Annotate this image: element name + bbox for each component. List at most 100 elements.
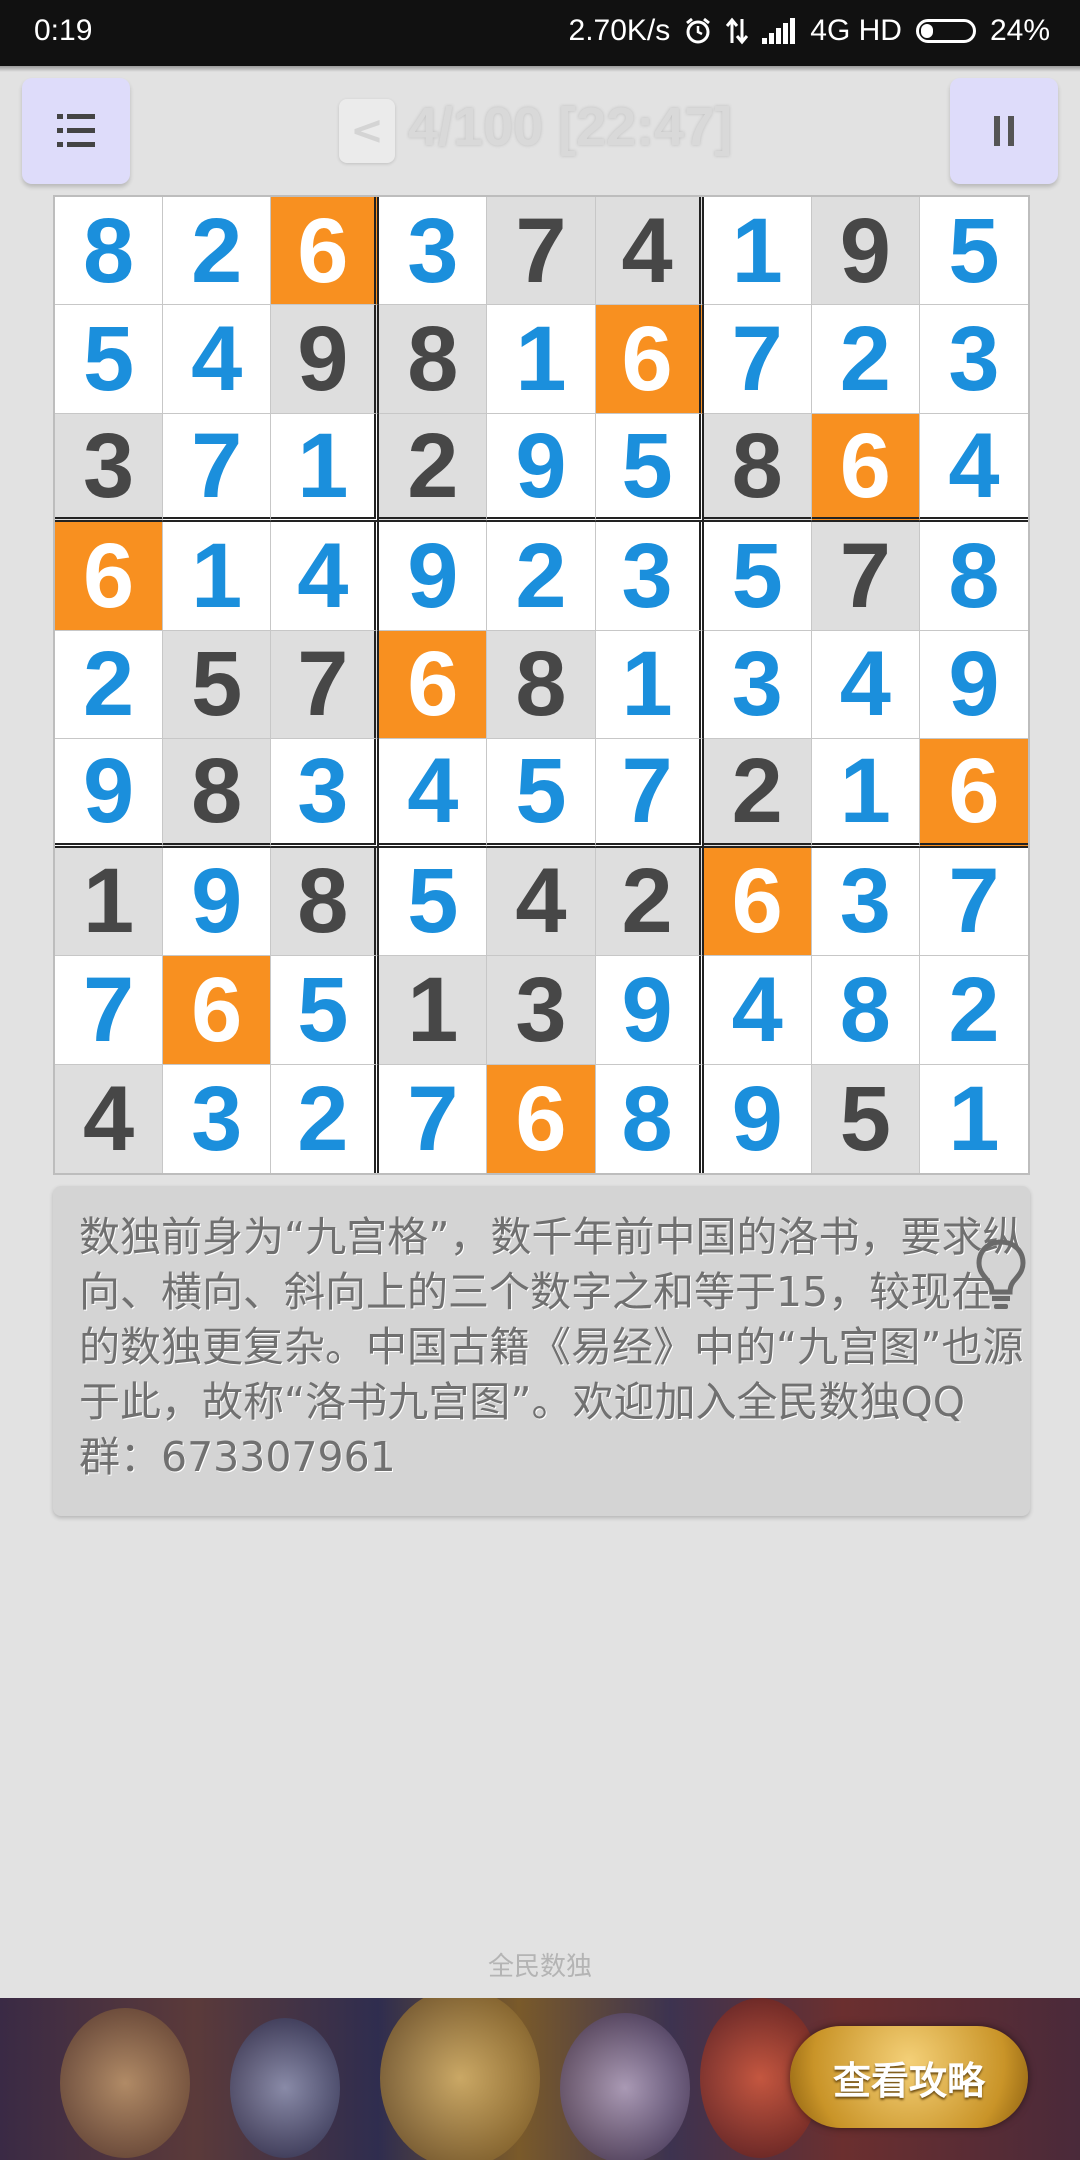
cell-r3-c4[interactable]: 2	[379, 413, 488, 523]
cell-r9-c3[interactable]: 2	[271, 1064, 380, 1173]
cell-r7-c1[interactable]: 1	[55, 847, 164, 957]
cell-r7-c5[interactable]: 4	[487, 847, 596, 957]
cell-r1-c3[interactable]: 6	[271, 197, 380, 306]
cell-r6-c9[interactable]: 6	[919, 739, 1028, 848]
battery-icon	[915, 19, 976, 43]
cell-r7-c2[interactable]: 9	[163, 847, 272, 957]
lightbulb-icon[interactable]	[973, 1236, 1029, 1312]
cell-r6-c8[interactable]: 1	[811, 739, 920, 848]
cell-r2-c6[interactable]: 6	[595, 305, 704, 414]
cell-r9-c1[interactable]: 4	[55, 1064, 164, 1173]
cell-r5-c6[interactable]: 1	[595, 630, 704, 740]
cell-r1-c7[interactable]: 1	[703, 197, 812, 306]
cell-r5-c4[interactable]: 6	[379, 630, 488, 740]
alarm-icon	[684, 17, 712, 45]
cell-r5-c5[interactable]: 8	[487, 630, 596, 740]
cell-r3-c8[interactable]: 6	[811, 413, 920, 523]
pause-icon	[994, 116, 1014, 146]
cell-r8-c4[interactable]: 1	[379, 956, 488, 1065]
list-icon	[57, 114, 95, 148]
cell-r2-c8[interactable]: 2	[811, 305, 920, 414]
cell-r7-c3[interactable]: 8	[271, 847, 380, 957]
cell-r5-c8[interactable]: 4	[811, 630, 920, 740]
ad-character-image	[380, 1998, 540, 2160]
cell-r6-c1[interactable]: 9	[55, 739, 164, 848]
cell-r9-c6[interactable]: 8	[595, 1064, 704, 1173]
cell-r1-c5[interactable]: 7	[487, 197, 596, 306]
status-bar-shadow	[0, 66, 1080, 72]
cell-r8-c6[interactable]: 9	[595, 956, 704, 1065]
cell-r8-c9[interactable]: 2	[919, 956, 1028, 1065]
cell-r7-c6[interactable]: 2	[595, 847, 704, 957]
cell-r1-c2[interactable]: 2	[163, 197, 272, 306]
cell-r8-c2[interactable]: 6	[163, 956, 272, 1065]
cell-r2-c4[interactable]: 8	[379, 305, 488, 414]
cell-r9-c4[interactable]: 7	[379, 1064, 488, 1173]
cell-r9-c2[interactable]: 3	[163, 1064, 272, 1173]
cell-r7-c7[interactable]: 6	[703, 847, 812, 957]
cell-r5-c1[interactable]: 2	[55, 630, 164, 740]
cell-r4-c5[interactable]: 2	[487, 522, 596, 631]
ad-character-image	[560, 2013, 690, 2160]
cell-r4-c6[interactable]: 3	[595, 522, 704, 631]
cell-r3-c6[interactable]: 5	[595, 413, 704, 523]
cell-r1-c1[interactable]: 8	[55, 197, 164, 306]
cell-r5-c2[interactable]: 5	[163, 630, 272, 740]
cell-r2-c7[interactable]: 7	[703, 305, 812, 414]
cell-r8-c5[interactable]: 3	[487, 956, 596, 1065]
cell-r6-c6[interactable]: 7	[595, 739, 704, 848]
cell-r9-c5[interactable]: 6	[487, 1064, 596, 1173]
cell-r4-c4[interactable]: 9	[379, 522, 488, 631]
data-arrows-icon	[726, 17, 749, 45]
cell-r2-c1[interactable]: 5	[55, 305, 164, 414]
cell-r3-c9[interactable]: 4	[919, 413, 1028, 523]
cell-r4-c9[interactable]: 8	[919, 522, 1028, 631]
cell-r1-c9[interactable]: 5	[919, 197, 1028, 306]
cell-r1-c6[interactable]: 4	[595, 197, 704, 306]
cell-r5-c7[interactable]: 3	[703, 630, 812, 740]
cell-r8-c3[interactable]: 5	[271, 956, 380, 1065]
cell-r6-c2[interactable]: 8	[163, 739, 272, 848]
pause-button[interactable]	[950, 78, 1058, 184]
info-text: 数独前身为“九宫格”，数千年前中国的洛书，要求纵向、横向、斜向上的三个数字之和等…	[79, 1213, 1024, 1481]
cell-r7-c8[interactable]: 3	[811, 847, 920, 957]
menu-button[interactable]	[22, 78, 130, 184]
ad-banner[interactable]: 查看攻略	[0, 1998, 1080, 2160]
net-speed: 2.70K/s	[568, 14, 671, 47]
cell-r3-c2[interactable]: 7	[163, 413, 272, 523]
battery-percent: 24%	[989, 14, 1050, 47]
cell-r4-c8[interactable]: 7	[811, 522, 920, 631]
cell-r5-c9[interactable]: 9	[919, 630, 1028, 740]
cell-r8-c1[interactable]: 7	[55, 956, 164, 1065]
cell-r3-c3[interactable]: 1	[271, 413, 380, 523]
ad-cta-button[interactable]: 查看攻略	[790, 2026, 1028, 2128]
cell-r8-c8[interactable]: 8	[811, 956, 920, 1065]
cell-r4-c7[interactable]: 5	[703, 522, 812, 631]
cell-r1-c8[interactable]: 9	[811, 197, 920, 306]
previous-level-button[interactable]: <	[339, 99, 395, 163]
cell-r8-c7[interactable]: 4	[703, 956, 812, 1065]
level-timer: 4/100 [22:47]	[408, 97, 733, 157]
cell-r2-c9[interactable]: 3	[919, 305, 1028, 414]
cell-r7-c9[interactable]: 7	[919, 847, 1028, 957]
cell-r4-c2[interactable]: 1	[163, 522, 272, 631]
cell-r7-c4[interactable]: 5	[379, 847, 488, 957]
cell-r9-c7[interactable]: 9	[703, 1064, 812, 1173]
cell-r9-c9[interactable]: 1	[919, 1064, 1028, 1173]
cell-r9-c8[interactable]: 5	[811, 1064, 920, 1173]
cell-r1-c4[interactable]: 3	[379, 197, 488, 306]
cell-r2-c3[interactable]: 9	[271, 305, 380, 414]
status-bar: 0:19 2.70K/s 4G HD 24%	[0, 0, 1080, 66]
cell-r2-c2[interactable]: 4	[163, 305, 272, 414]
cell-r6-c7[interactable]: 2	[703, 739, 812, 848]
cell-r4-c3[interactable]: 4	[271, 522, 380, 631]
cell-r3-c5[interactable]: 9	[487, 413, 596, 523]
cell-r6-c4[interactable]: 4	[379, 739, 488, 848]
cell-r6-c3[interactable]: 3	[271, 739, 380, 848]
cell-r3-c7[interactable]: 8	[703, 413, 812, 523]
cell-r2-c5[interactable]: 1	[487, 305, 596, 414]
cell-r4-c1[interactable]: 6	[55, 522, 164, 631]
cell-r3-c1[interactable]: 3	[55, 413, 164, 523]
cell-r6-c5[interactable]: 5	[487, 739, 596, 848]
cell-r5-c3[interactable]: 7	[271, 630, 380, 740]
